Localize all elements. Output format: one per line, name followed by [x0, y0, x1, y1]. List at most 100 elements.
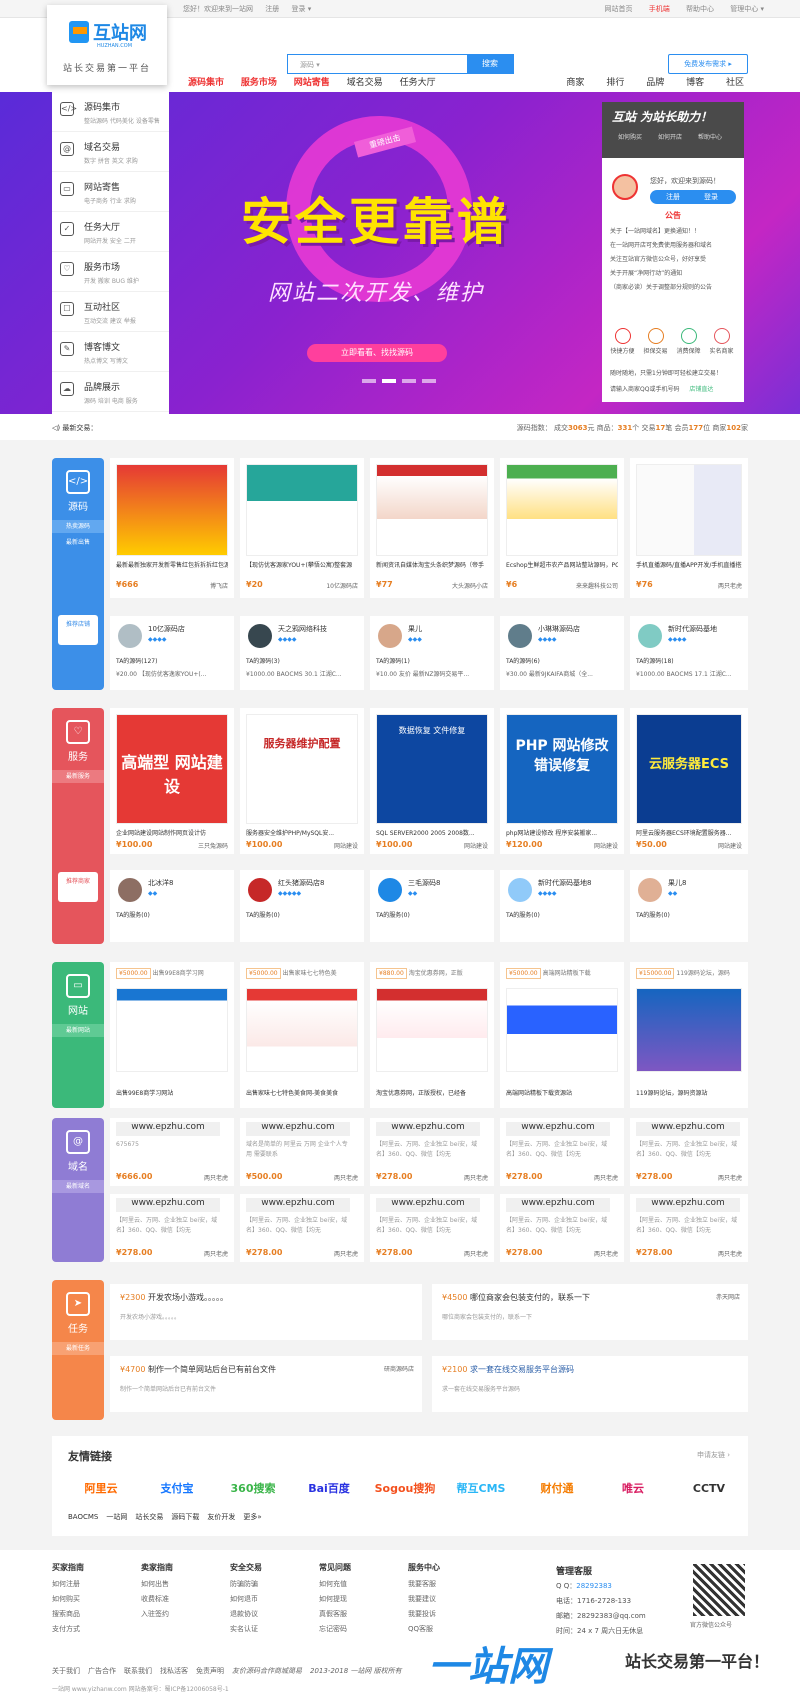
- domain-name[interactable]: www.epzhu.com: [636, 1198, 740, 1212]
- footer-link[interactable]: 联系我们: [124, 1667, 152, 1675]
- domain-shop[interactable]: 两只老虎: [464, 1249, 488, 1258]
- domain-card[interactable]: www.epzhu.com 【阿里云、万网、企业独立 bei安，域名】360、QQ…: [240, 1194, 364, 1262]
- footer-column-link[interactable]: 防骗防骗: [230, 1579, 262, 1594]
- domain-name[interactable]: www.epzhu.com: [506, 1198, 610, 1212]
- domain-name[interactable]: www.epzhu.com: [506, 1122, 610, 1136]
- partner-logo[interactable]: 唯云: [600, 1478, 666, 1500]
- product-card[interactable]: 手机直播源码/直播APP开发/手机直播搭建 ¥76 两只老虎: [630, 458, 748, 598]
- domain-card[interactable]: www.epzhu.com 675675 ¥666.00 两只老虎: [110, 1118, 234, 1186]
- service-shop[interactable]: 网站建设: [334, 841, 358, 850]
- domain-card[interactable]: www.epzhu.com 【阿里云、万网、企业独立 bei安，域名】360、QQ…: [500, 1194, 624, 1262]
- merchant-count[interactable]: TA的服务(0): [506, 910, 540, 919]
- footer-column-link[interactable]: 我要客服: [408, 1579, 440, 1594]
- merchant-count[interactable]: TA的服务(0): [246, 910, 280, 919]
- footer-column-link[interactable]: 如何注册: [52, 1579, 84, 1594]
- merchant-card[interactable]: 新时代源码基地8 ◆◆◆◆ TA的服务(0): [500, 870, 624, 942]
- service-card[interactable]: 服务器维护配置 服务器安全维护PHP/MySQL安... ¥100.00 网站建设: [240, 708, 364, 854]
- merchant-count[interactable]: TA的服务(0): [116, 910, 150, 919]
- domain-name[interactable]: www.epzhu.com: [636, 1122, 740, 1136]
- shop-item[interactable]: ¥30.00 最新9JKAIFA商城（全...: [506, 669, 610, 678]
- shop-count[interactable]: TA的源码(127): [116, 656, 157, 665]
- merchant-name[interactable]: 北冰洋8: [148, 878, 173, 888]
- task-card[interactable]: ¥2100 求一套在线交易服务平台源码 求一套在线交易服务平台源码: [432, 1356, 748, 1412]
- footer-column-link[interactable]: 我要建议: [408, 1594, 440, 1609]
- shop-lookup-button[interactable]: 店铺直达: [689, 386, 713, 393]
- text-link[interactable]: 一站网: [106, 1513, 127, 1521]
- domain-card[interactable]: www.epzhu.com 【阿里云、万网、企业独立 bei安，域名】360、QQ…: [630, 1194, 748, 1262]
- shop-card[interactable]: 果儿 ◆◆◆ TA的源码(1) ¥10.00 友价 最新NZ源码交易平...: [370, 616, 494, 690]
- recommended-merchants-badge[interactable]: 推荐商家: [58, 872, 98, 902]
- category-community[interactable]: ☐ 互动社区 互动交流 建议 举报: [52, 292, 169, 332]
- product-shop[interactable]: 大头源码小店: [452, 581, 488, 590]
- category-task[interactable]: ✓ 任务大厅 网站开发 安全 二开: [52, 212, 169, 252]
- merchant-name[interactable]: 三毛源码8: [408, 878, 440, 888]
- nav-item-task[interactable]: 任务大厅: [400, 78, 436, 88]
- merchant-name[interactable]: 新时代源码基地8: [538, 878, 591, 888]
- tag-new-site[interactable]: 最新网站: [52, 1024, 104, 1037]
- footer-column-link[interactable]: 支付方式: [52, 1624, 84, 1639]
- category-blog[interactable]: ✎ 博客博文 热点博文 写博文: [52, 332, 169, 372]
- shop-count[interactable]: TA的源码(1): [376, 656, 410, 665]
- service-shop[interactable]: 网站建设: [718, 841, 742, 850]
- shop-count[interactable]: TA的源码(3): [246, 656, 280, 665]
- banner-dot[interactable]: [362, 379, 376, 383]
- partner-logo[interactable]: Bai百度: [296, 1478, 362, 1500]
- shop-item[interactable]: ¥20.00 【现仿优客逸家YOU+(...: [116, 669, 220, 678]
- banner-dot-active[interactable]: [382, 379, 396, 383]
- nav-item-community[interactable]: 社区: [726, 78, 744, 88]
- domain-name[interactable]: www.epzhu.com: [246, 1122, 350, 1136]
- nav-item-merchant[interactable]: 商家: [566, 78, 584, 88]
- domain-name[interactable]: www.epzhu.com: [116, 1198, 220, 1212]
- register-button[interactable]: 注册: [666, 192, 680, 202]
- shop-card[interactable]: 天之鸦网络科技 ◆◆◆◆ TA的源码(3) ¥1000.00 BAOCMS 30.1 …: [240, 616, 364, 690]
- footer-column-link[interactable]: 搜索商品: [52, 1609, 84, 1624]
- merchant-name[interactable]: 红头猪源码店8: [278, 878, 324, 888]
- merchant-name[interactable]: 果儿8: [668, 878, 686, 888]
- domain-shop[interactable]: 两只老虎: [718, 1249, 742, 1258]
- footer-column-link[interactable]: 如何充值: [319, 1579, 351, 1594]
- service-shop[interactable]: 网站建设: [464, 841, 488, 850]
- partner-logo[interactable]: 财付通: [524, 1478, 590, 1500]
- domain-card[interactable]: www.epzhu.com 【阿里云、万网、企业独立 bei安，域名】360、QQ…: [110, 1194, 234, 1262]
- notice-item[interactable]: 关注互站官方微信公众号，好好享受: [610, 254, 740, 268]
- top-link-admin[interactable]: 管理中心 ▾: [730, 5, 764, 13]
- shop-name[interactable]: 新时代源码基地: [668, 624, 717, 634]
- nav-item-blog[interactable]: 博客: [686, 78, 704, 88]
- footer-link[interactable]: 关于我们: [52, 1667, 80, 1675]
- text-link[interactable]: 源码下载: [171, 1513, 199, 1521]
- partner-logo[interactable]: 阿里云: [68, 1478, 134, 1500]
- domain-name[interactable]: www.epzhu.com: [376, 1198, 480, 1212]
- category-service[interactable]: ♡ 服务市场 开发 搬家 BUG 维护: [52, 252, 169, 292]
- product-shop[interactable]: 两只老虎: [718, 581, 742, 590]
- shop-name[interactable]: 果儿: [408, 624, 422, 634]
- text-link[interactable]: 友价开发: [207, 1513, 235, 1521]
- partner-logo[interactable]: CCTV: [676, 1478, 742, 1500]
- shop-card[interactable]: 10亿源码店 ◆◆◆◆ TA的源码(127) ¥20.00 【现仿优客逸家YOU+(.…: [110, 616, 234, 690]
- login-button[interactable]: 登录: [704, 192, 718, 202]
- notice-item[interactable]: （商家必读）关于调整部分规则的公告: [610, 282, 740, 296]
- category-brand[interactable]: ☁ 品牌展示 源码 培训 电商 服务: [52, 372, 169, 412]
- shop-card[interactable]: 小琳琳源码店 ◆◆◆◆ TA的源码(6) ¥30.00 最新9JKAIFA商城（全..…: [500, 616, 624, 690]
- domain-card[interactable]: www.epzhu.com 【阿里云、万网、企业独立 bei安，域名】360、QQ…: [500, 1118, 624, 1186]
- banner-dot[interactable]: [422, 379, 436, 383]
- partner-logo[interactable]: Sogou搜狗: [372, 1478, 438, 1500]
- notice-item[interactable]: 关于【一站网域名】更换通知！！: [610, 226, 740, 240]
- footer-link[interactable]: 找私活客: [160, 1667, 188, 1675]
- contact-qq-value[interactable]: 28292383: [576, 1582, 612, 1590]
- text-link[interactable]: 更多»: [243, 1513, 261, 1521]
- top-link-help[interactable]: 帮助中心: [686, 5, 714, 13]
- nav-item-site[interactable]: 网站寄售: [294, 78, 330, 88]
- shop-count[interactable]: TA的源码(6): [506, 656, 540, 665]
- category-source[interactable]: </> 源码集市 整站源码 代码美化 设备零售: [52, 92, 169, 132]
- merchant-count[interactable]: TA的服务(0): [636, 910, 670, 919]
- shop-name[interactable]: 小琳琳源码店: [538, 624, 580, 634]
- merchant-card[interactable]: 果儿8 ◆◆ TA的服务(0): [630, 870, 748, 942]
- merchant-count[interactable]: TA的服务(0): [376, 910, 410, 919]
- domain-card[interactable]: www.epzhu.com 域名是简单的 阿里云 万网 企业个人专用 需要联系 ¥5…: [240, 1118, 364, 1186]
- product-card[interactable]: 最新最新独家开发新零售红包拆拆拆红包源 ¥666 博飞店: [110, 458, 234, 598]
- nav-item-domain[interactable]: 域名交易: [347, 78, 383, 88]
- nav-item-source[interactable]: 源码集市: [188, 78, 224, 88]
- how-to-buy-link[interactable]: 如何购买: [610, 132, 650, 141]
- tag-new-task[interactable]: 最新任务: [52, 1342, 104, 1355]
- footer-column-link[interactable]: 入驻签约: [141, 1609, 173, 1624]
